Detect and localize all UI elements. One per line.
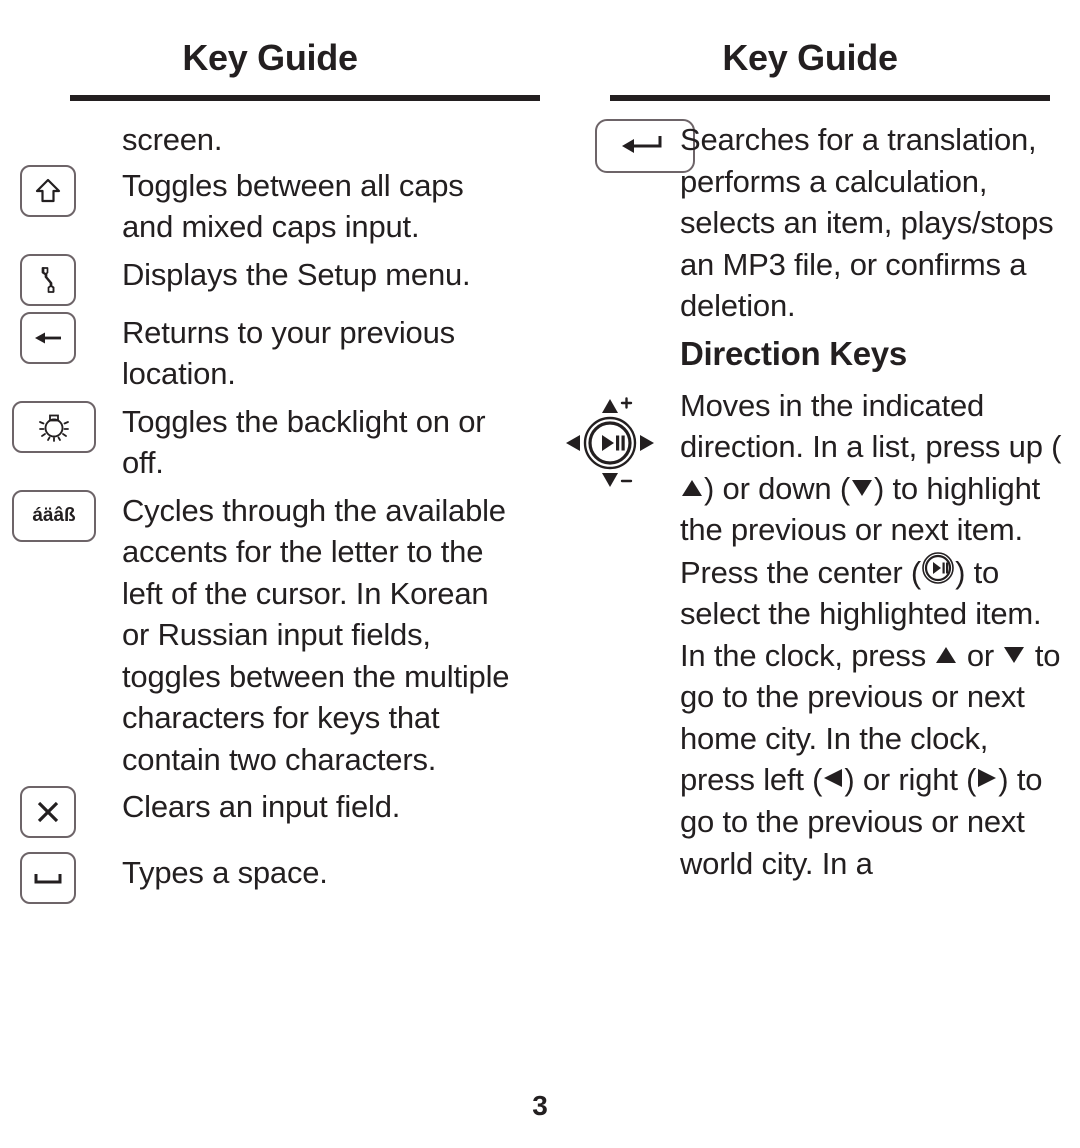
dpad-up-plus-label — [620, 396, 633, 409]
key-cell-setup — [0, 253, 122, 306]
x-glyph — [37, 802, 59, 823]
direction-pad-icon[interactable] — [560, 391, 660, 495]
space-bar-key-icon[interactable] — [20, 852, 76, 905]
play-pause-icon — [602, 434, 625, 451]
accent-key-label: áäâß — [32, 505, 76, 527]
backlight-bulb-key-icon[interactable] — [12, 400, 96, 453]
return-arrow-glyph — [622, 136, 662, 153]
key-entry-clear: Clears an input field. — [0, 786, 540, 839]
key-desc-space: Types a space. — [122, 855, 328, 891]
shift-key-icon[interactable] — [20, 164, 76, 217]
key-cell-clear — [0, 786, 122, 839]
setup-wrench-key-icon[interactable] — [20, 253, 76, 306]
shift-arrow-glyph — [35, 178, 61, 202]
key-desc-shift: Toggles between all caps and mixed caps … — [122, 167, 464, 245]
key-entry-back: Returns to your previous location. — [0, 311, 540, 395]
inline-up-triangle-icon-2 — [936, 646, 957, 663]
key-cell-accent: áäâß — [0, 489, 122, 542]
key-desc-clear: Clears an input field. — [122, 789, 401, 825]
page-title-right: Key Guide — [722, 37, 898, 78]
key-desc-setup: Displays the Setup menu. — [122, 256, 471, 292]
key-entry-space: Types a space. — [0, 852, 540, 905]
direction-text-part5: or — [958, 637, 1003, 673]
right-page-body: Searches for a translation, performs a c… — [540, 101, 1080, 884]
key-entry-setup: Displays the Setup menu. — [0, 253, 540, 306]
space-bar-glyph — [34, 874, 62, 884]
bulb-glyph — [39, 414, 69, 442]
left-page: Key Guide screen. Toggles between all ca… — [0, 0, 540, 1148]
key-cell-back — [0, 311, 122, 364]
key-cell-shift — [0, 164, 122, 217]
direction-keys-description: Moves in the indicated direction. In a l… — [680, 385, 1080, 884]
key-desc-back: Returns to your previous location. — [122, 314, 455, 392]
dpad-cell — [540, 385, 680, 495]
direction-text-part2: ) or down ( — [704, 470, 850, 506]
left-page-body: screen. Toggles between all caps and mix… — [0, 101, 540, 905]
key-cell-enter — [540, 119, 695, 173]
direction-keys-row: Moves in the indicated direction. In a l… — [540, 385, 1080, 884]
dpad-up-triangle — [602, 398, 618, 413]
inline-play-pause-icon — [922, 551, 954, 584]
subheading-row: Direction Keys — [540, 331, 1080, 379]
inline-up-triangle-icon — [682, 479, 702, 496]
direction-keys-subheading: Direction Keys — [680, 334, 907, 372]
accent-key-icon[interactable]: áäâß — [12, 489, 96, 542]
inline-down-triangle-icon-2 — [1004, 646, 1025, 663]
orphan-row: screen. — [0, 119, 540, 161]
dpad-left-triangle — [566, 434, 580, 451]
direction-text-part7: ) or right ( — [844, 762, 977, 798]
key-desc-backlight: Toggles the backlight on or off. — [122, 403, 486, 481]
clear-x-key-icon[interactable] — [20, 786, 76, 839]
page-number: 3 — [532, 1090, 548, 1121]
wrench-glyph — [41, 266, 55, 293]
key-entry-shift: Toggles between all caps and mixed caps … — [0, 164, 540, 248]
back-arrow-key-icon[interactable] — [20, 311, 76, 364]
orphan-text: screen. — [122, 122, 223, 157]
inline-right-triangle-icon — [978, 769, 997, 788]
key-entry-backlight: Toggles the backlight on or off. — [0, 400, 540, 484]
dpad-right-triangle — [640, 434, 654, 451]
key-cell-space — [0, 852, 122, 905]
inline-left-triangle-icon — [824, 769, 843, 788]
right-page: Key Guide Searches for a translation, pe… — [540, 0, 1080, 1148]
key-cell-backlight — [0, 400, 122, 453]
key-desc-enter: Searches for a translation, performs a c… — [680, 122, 1054, 324]
key-desc-accent: Cycles through the available accents for… — [122, 492, 510, 777]
key-entry-accent: áäâß Cycles through the available accent… — [0, 489, 540, 781]
page-title-left: Key Guide — [182, 37, 358, 78]
inline-down-triangle-icon — [851, 479, 872, 496]
direction-text-part1: Moves in the indicated direction. In a l… — [680, 387, 1062, 465]
dpad-down-triangle — [602, 472, 618, 487]
left-arrow-glyph — [35, 332, 61, 344]
key-entry-enter: Searches for a translation, performs a c… — [540, 119, 1080, 327]
